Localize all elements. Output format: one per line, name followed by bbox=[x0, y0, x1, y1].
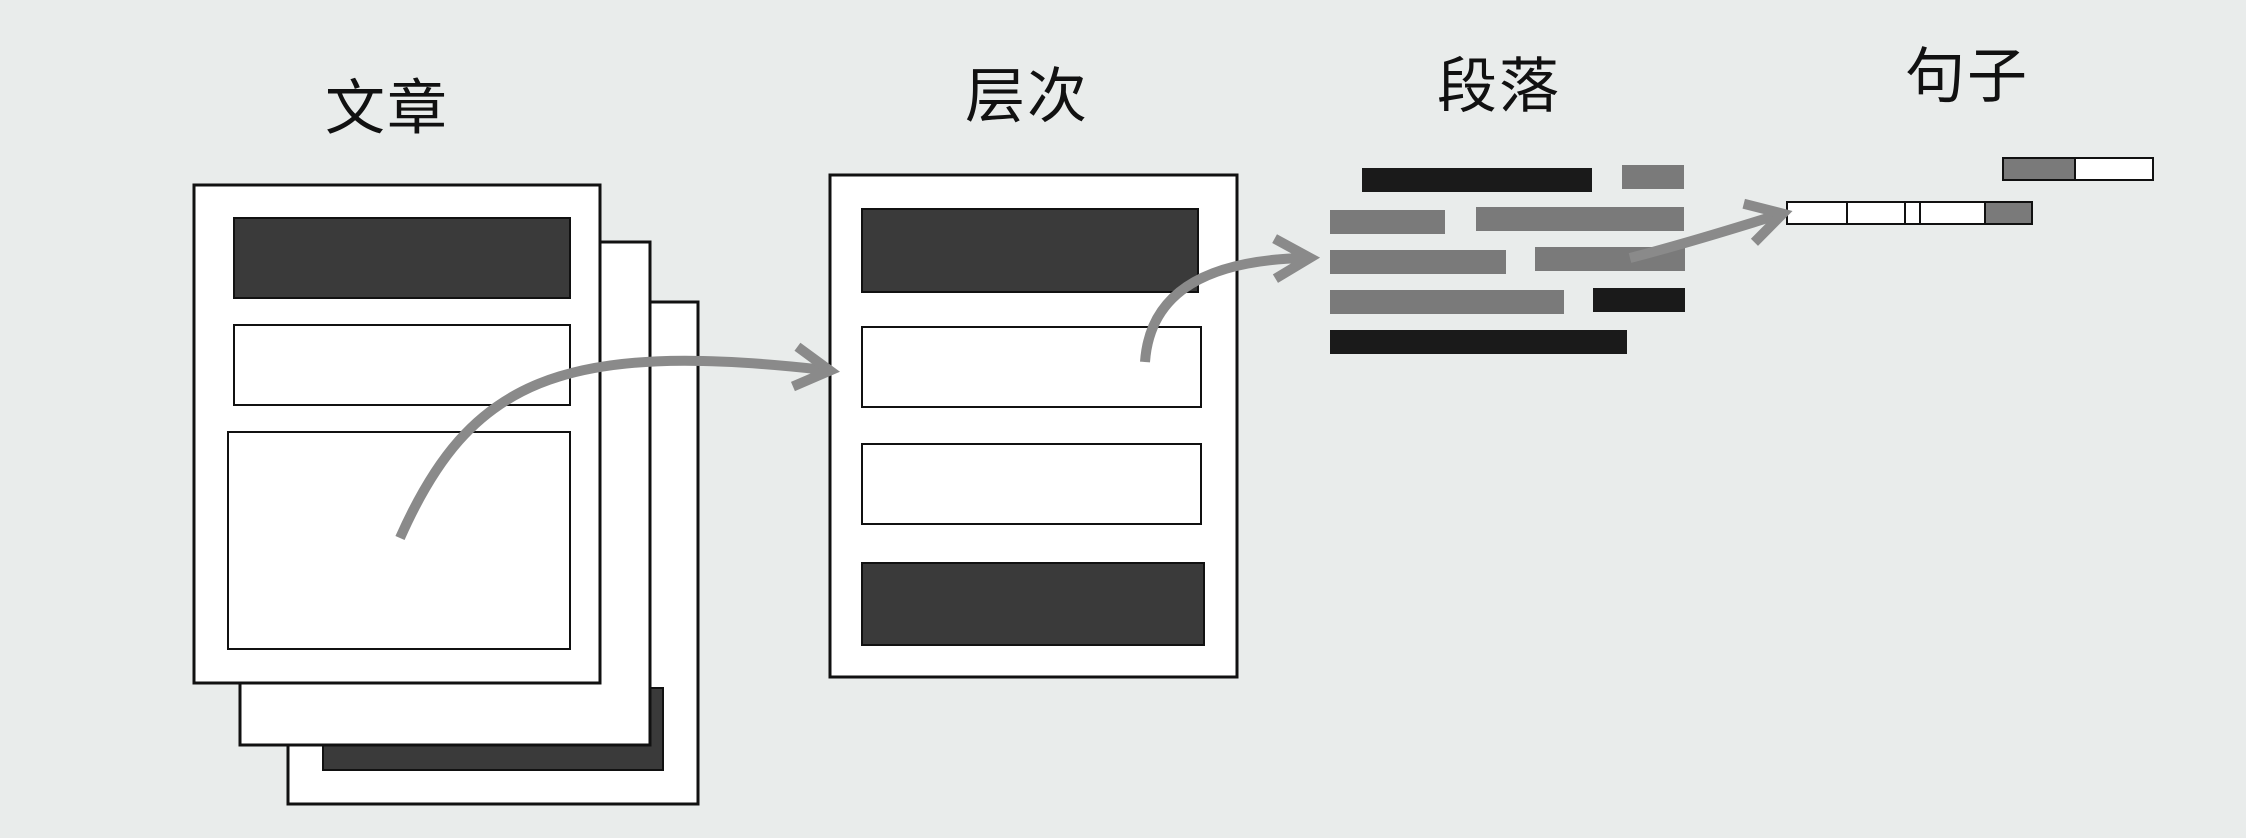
article-body-block bbox=[227, 431, 571, 650]
hierarchy-block-4 bbox=[861, 562, 1205, 646]
article-front-page bbox=[192, 183, 602, 685]
paragraph-line bbox=[1330, 290, 1564, 314]
sentence-bars bbox=[1786, 157, 2154, 225]
paragraph-line bbox=[1476, 207, 1684, 231]
hierarchy-block-1 bbox=[861, 208, 1199, 293]
paragraph-line bbox=[1330, 210, 1445, 234]
paragraph-line bbox=[1362, 168, 1592, 192]
paragraph-line bbox=[1593, 288, 1685, 312]
hierarchy-page bbox=[828, 173, 1239, 679]
paragraph-line bbox=[1330, 330, 1627, 354]
diagram-canvas: 文章 层次 段落 句子 bbox=[0, 0, 2246, 838]
diagram-graphics bbox=[192, 157, 2154, 806]
paragraph-line bbox=[1622, 165, 1684, 189]
article-title-block bbox=[233, 217, 571, 299]
paragraph-line bbox=[1330, 250, 1506, 274]
hierarchy-block-3 bbox=[861, 443, 1202, 525]
